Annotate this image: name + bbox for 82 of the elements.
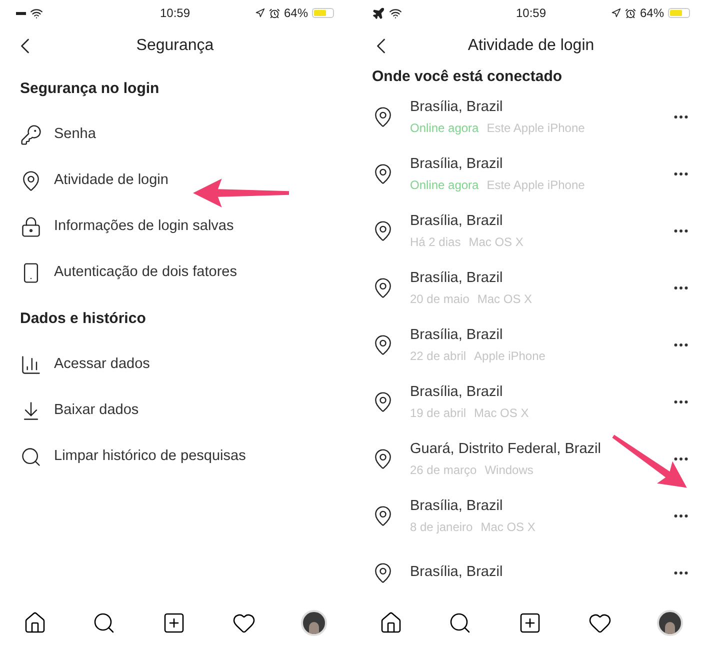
session-location: Brasília, Brazil	[410, 383, 504, 402]
status-time: 10:59	[516, 5, 546, 22]
session-location: Brasília, Brazil	[410, 563, 504, 582]
session-item[interactable]: Brasília, Brazil Há 2 dias Mac OS X	[356, 202, 706, 260]
location-icon	[610, 8, 621, 18]
session-device: Mac OS X	[474, 404, 529, 422]
session-time: Há 2 dias	[410, 234, 461, 251]
location-pin-icon	[372, 505, 394, 527]
location-pin-icon	[372, 562, 394, 584]
alarm-icon	[268, 8, 280, 18]
location-pin-icon	[20, 170, 42, 192]
location-pin-icon	[372, 220, 394, 242]
session-item[interactable]: Brasília, Brazil Online agora Este Apple iPhone	[356, 88, 706, 146]
wifi-icon	[389, 6, 402, 20]
session-item[interactable]: Guará, Distrito Federal, Brazil 26 de março Windows	[356, 430, 706, 488]
session-item[interactable]: Brasília, Brazil	[356, 544, 706, 601]
battery-icon	[668, 8, 690, 18]
alarm-icon	[624, 8, 636, 18]
session-item[interactable]: Brasília, Brazil Online agora Este Apple iPhone	[356, 146, 706, 202]
location-pin-icon	[372, 334, 394, 356]
session-location: Brasília, Brazil	[410, 212, 504, 232]
session-device: Mac OS X	[480, 518, 536, 536]
session-location: Brasília, Brazil	[410, 326, 504, 346]
session-time: 8 de janeiro	[410, 518, 473, 536]
home-icon[interactable]	[378, 611, 403, 635]
status-time: 10:59	[160, 5, 190, 22]
wifi-icon	[30, 6, 43, 20]
bar-chart-icon	[20, 354, 42, 376]
session-time: 26 de março	[410, 462, 477, 479]
heart-icon[interactable]	[588, 611, 612, 635]
search-icon[interactable]	[92, 611, 116, 635]
profile-avatar[interactable]	[657, 610, 684, 636]
session-item[interactable]: Brasília, Brazil 22 de abril Apple iPhone	[356, 316, 706, 374]
screen-title: Atividade de login	[466, 36, 596, 56]
location-pin-icon	[372, 277, 394, 299]
menu-item[interactable]: Limpar histórico de pesquisas	[0, 434, 350, 480]
key-icon	[20, 124, 42, 146]
session-time: Online agora	[410, 120, 479, 137]
session-device: Apple iPhone	[474, 348, 546, 365]
session-device: Windows	[484, 462, 534, 479]
session-device: Mac OS X	[477, 290, 532, 308]
menu-item[interactable]: Atividade de login	[0, 158, 350, 204]
add-post-icon[interactable]	[162, 611, 186, 635]
session-device: Mac OS X	[468, 234, 524, 251]
heart-icon[interactable]	[232, 611, 256, 635]
location-pin-icon	[372, 106, 394, 128]
session-item[interactable]: Brasília, Brazil 19 de abril Mac OS X	[356, 374, 706, 430]
session-item[interactable]: Brasília, Brazil 20 de maio Mac OS X	[356, 260, 706, 316]
search-icon	[20, 446, 42, 468]
session-location: Brasília, Brazil	[410, 98, 504, 118]
profile-avatar[interactable]	[301, 610, 328, 636]
menu-item[interactable]: Acessar dados	[0, 342, 350, 388]
location-icon	[254, 8, 265, 18]
battery-percent: 64%	[640, 5, 664, 22]
session-device: Este Apple iPhone	[486, 120, 585, 137]
menu-item[interactable]: Senha	[0, 112, 350, 158]
session-item[interactable]: Brasília, Brazil 8 de janeiro Mac OS X	[356, 488, 706, 544]
session-location: Brasília, Brazil	[410, 269, 504, 288]
battery-percent: 64%	[284, 5, 308, 22]
session-location: Brasília, Brazil	[410, 155, 504, 174]
session-device: Este Apple iPhone	[486, 176, 585, 194]
location-pin-icon	[372, 163, 394, 185]
menu-item[interactable]: Informações de login salvas	[0, 204, 350, 250]
session-time: 19 de abril	[410, 404, 466, 422]
session-location: Brasília, Brazil	[410, 497, 504, 516]
home-icon[interactable]	[22, 611, 47, 635]
add-post-icon[interactable]	[518, 611, 542, 635]
search-icon[interactable]	[448, 611, 472, 635]
lock-icon	[20, 216, 42, 238]
battery-icon	[312, 8, 334, 18]
location-pin-icon	[372, 448, 394, 470]
session-time: 20 de maio	[410, 290, 470, 308]
menu-item[interactable]: Baixar dados	[0, 388, 350, 434]
session-location: Guará, Distrito Federal, Brazil	[410, 440, 602, 460]
session-time: 22 de abril	[410, 348, 466, 365]
screen-title: Segurança	[135, 36, 215, 56]
location-pin-icon	[372, 391, 394, 413]
section-title: Segurança no login	[19, 78, 160, 99]
menu-item[interactable]: Autenticação de dois fatores	[0, 250, 350, 296]
section-title: Onde você está conectado	[371, 67, 564, 87]
session-time: Online agora	[410, 176, 479, 194]
section-title: Dados e histórico	[19, 308, 147, 329]
